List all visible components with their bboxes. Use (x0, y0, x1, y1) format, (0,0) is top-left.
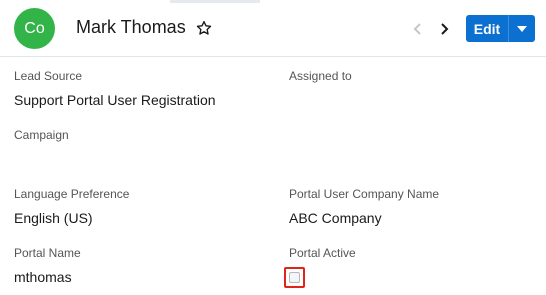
lead-source-label: Lead Source (14, 69, 83, 83)
portal-active-checkbox[interactable] (289, 272, 300, 283)
record-name: Mark Thomas (76, 17, 186, 37)
portal-user-company-name-label: Portal User Company Name (289, 187, 440, 201)
actions-dropdown-button[interactable] (508, 15, 535, 42)
portal-active-label: Portal Active (289, 246, 356, 260)
caret-down-icon (517, 25, 527, 32)
avatar: Co (14, 8, 55, 49)
lead-source-value[interactable]: Support Portal User Registration (14, 92, 216, 108)
chevron-right-icon[interactable] (437, 20, 451, 38)
language-preference-label: Language Preference (14, 187, 130, 201)
chevron-left-icon[interactable] (411, 20, 425, 38)
portal-user-company-name-value[interactable]: ABC Company (289, 210, 382, 226)
portal-active-highlight (284, 267, 305, 288)
language-preference-value[interactable]: English (US) (14, 210, 93, 226)
assigned-to-label: Assigned to (289, 69, 352, 83)
edit-button[interactable]: Edit (466, 15, 508, 42)
portal-name-label: Portal Name (14, 246, 81, 260)
edit-button-group: Edit (466, 15, 535, 42)
avatar-initials: Co (24, 19, 45, 37)
record-header: Co Mark Thomas Edit (0, 0, 546, 57)
portal-name-value[interactable]: mthomas (14, 269, 72, 285)
campaign-label: Campaign (14, 128, 69, 142)
star-icon[interactable] (195, 19, 213, 37)
